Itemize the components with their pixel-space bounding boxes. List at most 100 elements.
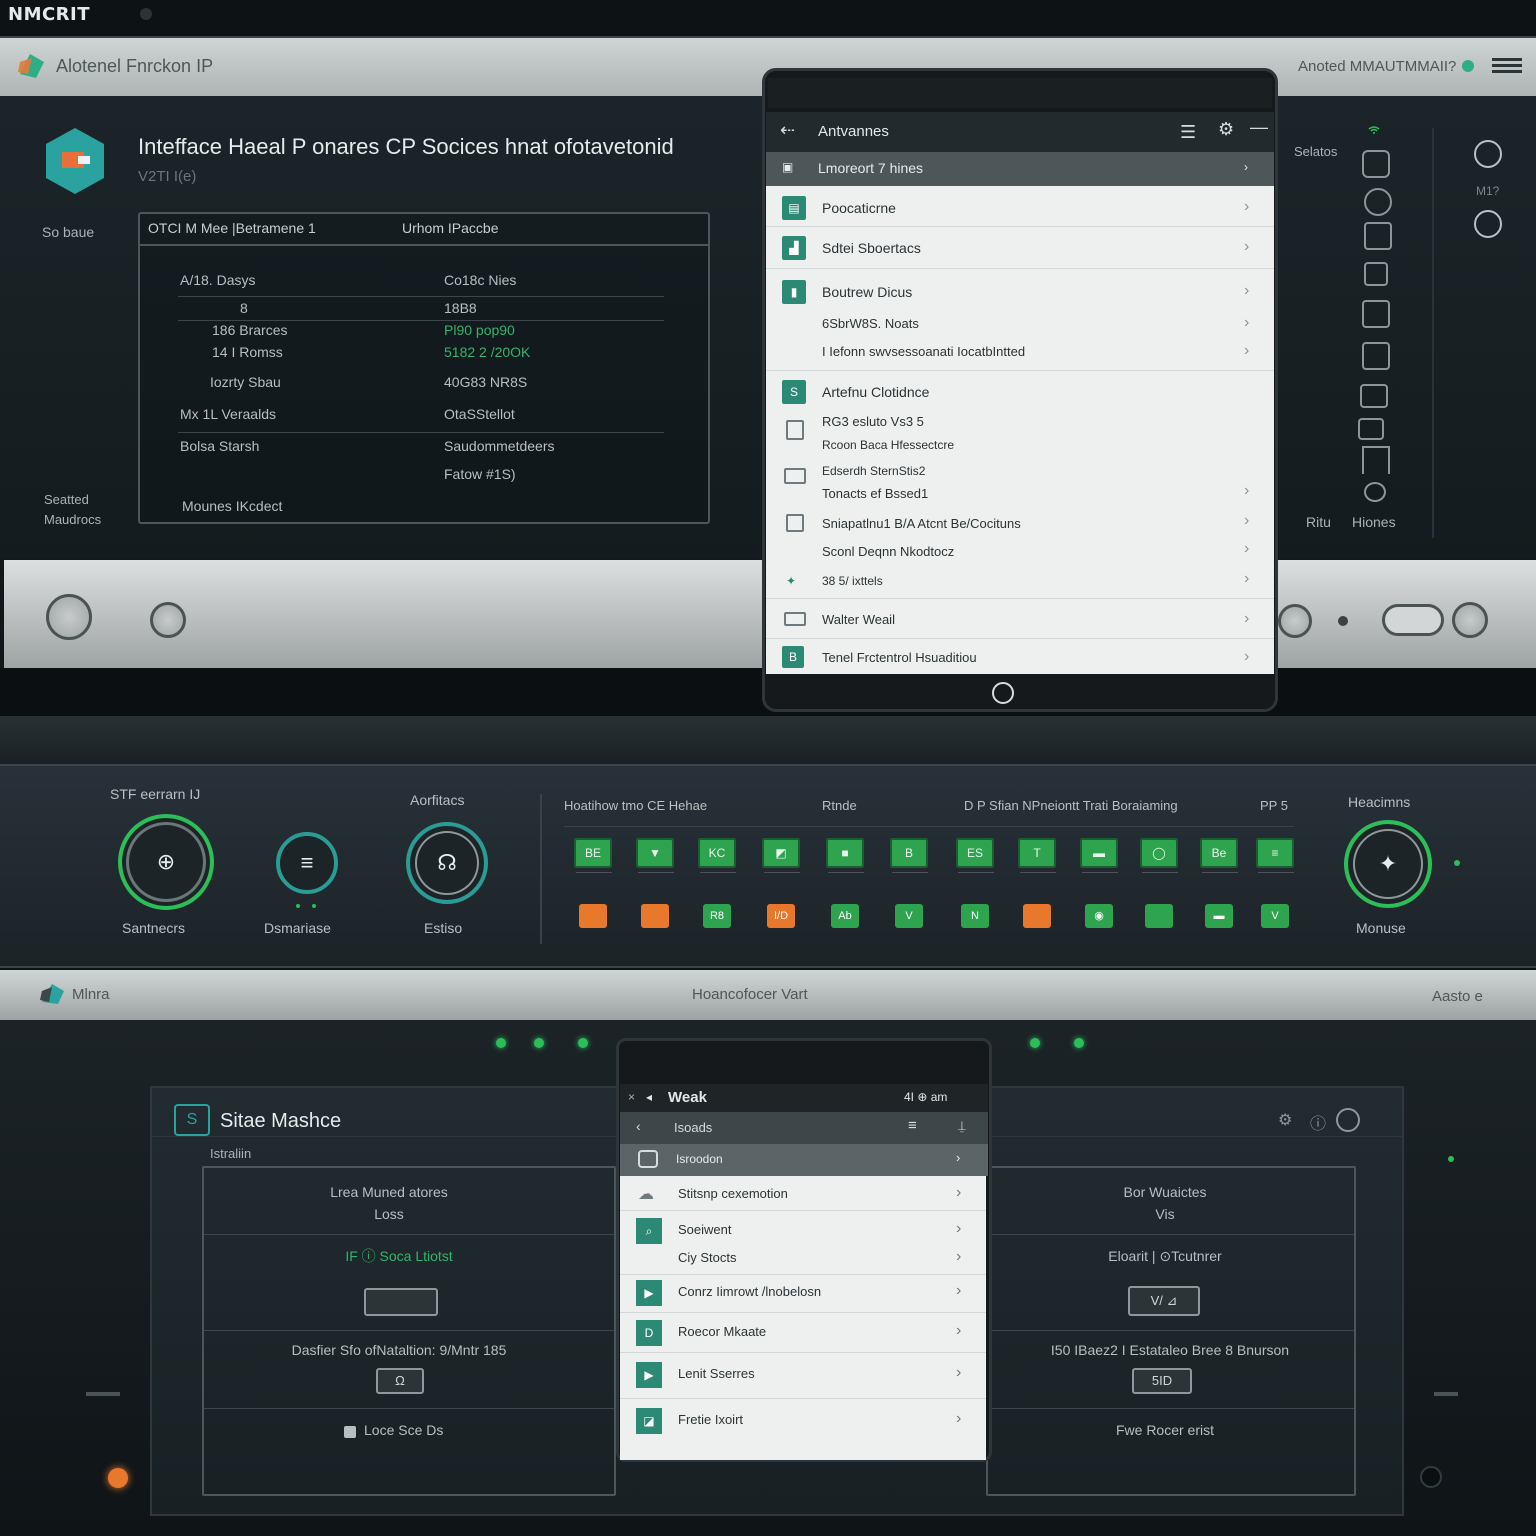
monitor-icon[interactable] xyxy=(1362,300,1390,328)
rack-alert-button[interactable] xyxy=(1023,904,1051,928)
video-button[interactable]: V/ ⊿ xyxy=(1128,1286,1200,1316)
rack-small-button[interactable]: Ab xyxy=(831,904,859,928)
list-menu-icon[interactable]: ☰ xyxy=(1180,122,1196,143)
divider xyxy=(620,1352,986,1353)
row-divider xyxy=(178,320,664,321)
list-dial-icon[interactable]: ≡ xyxy=(276,832,338,894)
right-panel-status: Eloarit | ⊙Tcutnrer xyxy=(1108,1248,1222,1264)
rack-button[interactable]: KC xyxy=(698,838,736,868)
rack-small-button[interactable]: V xyxy=(895,904,923,928)
chevron-right-icon: › xyxy=(956,1410,962,1427)
app-logo-icon xyxy=(40,984,64,1004)
screen-subtitle: V2TI I(e) xyxy=(138,168,197,185)
account-label[interactable]: Anoted MMAUTMMAII? xyxy=(1298,58,1456,75)
back-arrow-icon[interactable]: ‹ xyxy=(636,1118,641,1134)
rack-button[interactable]: ▬ xyxy=(1080,838,1118,868)
table-cell: 40G83 NR8S xyxy=(444,374,528,390)
power-icon[interactable] xyxy=(1474,140,1502,168)
camera-icon[interactable] xyxy=(1364,188,1392,216)
tablet-icon[interactable] xyxy=(1362,342,1390,370)
volume-knob-icon[interactable] xyxy=(1452,602,1488,638)
timer-knob-icon[interactable] xyxy=(150,602,186,638)
rack-button[interactable]: ■ xyxy=(826,838,864,868)
list-menu-icon[interactable]: ≡ xyxy=(908,1117,917,1134)
phone-search-bar[interactable]: ‹ Isoads ≡ ⍊ xyxy=(620,1112,988,1144)
table-cell: 18B8 xyxy=(444,300,477,316)
rack-button[interactable]: Be xyxy=(1200,838,1238,868)
rack-small-button[interactable]: R8 xyxy=(703,904,731,928)
chevron-right-icon: › xyxy=(956,1282,962,1299)
rack-button[interactable]: T xyxy=(1018,838,1056,868)
rack-button[interactable]: BE xyxy=(574,838,612,868)
divider xyxy=(204,1234,614,1235)
status-led-icon xyxy=(1448,1156,1454,1162)
minimize-icon[interactable]: — xyxy=(1250,117,1268,138)
tablet-list: ▤ Poocaticrne › ▟ Sdtei Sboertacs › ▮ Bo… xyxy=(766,186,1274,674)
rack-alert-button[interactable] xyxy=(641,904,669,928)
table-cell: 8 xyxy=(240,300,248,316)
rack-small-button[interactable]: ◉ xyxy=(1085,904,1113,928)
home-icon[interactable] xyxy=(1362,446,1390,474)
mic-icon[interactable]: ⍊ xyxy=(958,1118,966,1134)
rack-button[interactable]: ◩ xyxy=(762,838,800,868)
rack-small-button[interactable]: V xyxy=(1261,904,1289,928)
rack-small-button[interactable] xyxy=(1145,904,1173,928)
info-icon[interactable]: ⓘ xyxy=(1310,1110,1326,1134)
rack-alert-button[interactable] xyxy=(579,904,607,928)
window-title: Alotenel Fnrckon IP xyxy=(56,56,214,76)
tablet-home-button[interactable] xyxy=(992,682,1014,704)
export-icon[interactable] xyxy=(1358,418,1384,440)
table-cell: Mx 1L Veraalds xyxy=(180,406,276,422)
toggle-switch[interactable] xyxy=(1382,604,1444,636)
close-icon[interactable]: × xyxy=(628,1090,635,1104)
mode-knob-icon[interactable] xyxy=(1278,604,1312,638)
small-button[interactable]: Ω xyxy=(376,1368,424,1394)
phone-selected-row[interactable]: Isroodon › xyxy=(620,1144,988,1176)
table-cell: Fatow #1S) xyxy=(444,466,516,482)
file-icon[interactable] xyxy=(1364,262,1388,286)
grid-title-mid: Rtnde xyxy=(822,798,857,813)
chevron-right-icon: › xyxy=(1244,610,1250,627)
people-dial-icon[interactable]: ☊ xyxy=(406,822,488,904)
right-panel-sub: Vis xyxy=(1155,1206,1175,1222)
chevron-right-icon: › xyxy=(1244,238,1250,255)
phone-icon[interactable] xyxy=(1364,222,1392,250)
screen-title: Sitae Mashce xyxy=(220,1110,342,1132)
side-label-bottom: Seatted Maudrocs xyxy=(44,492,102,527)
screen-title: Intefface Haeal P onares CP Socices hnat… xyxy=(138,134,674,159)
back-arrow-icon[interactable]: ⇠ xyxy=(780,120,795,141)
refresh-icon[interactable] xyxy=(1362,150,1390,178)
right-dial-label: Monuse xyxy=(1356,920,1406,936)
settings-gear-icon[interactable]: ⚙ xyxy=(1218,119,1234,140)
gear-icon[interactable] xyxy=(1364,482,1386,502)
rack-button[interactable]: ≡ xyxy=(1256,838,1294,868)
dial-label: Santnecrs xyxy=(122,920,186,936)
rack-small-button[interactable]: ▬ xyxy=(1205,904,1233,928)
chart-icon[interactable] xyxy=(1360,384,1388,408)
tablet-selected-row[interactable]: ▣ Lmoreort 7 hines › xyxy=(766,152,1274,186)
plus-dial-icon[interactable]: ⊕ xyxy=(118,814,214,910)
chevron-right-icon: › xyxy=(956,1184,962,1201)
rack-alert-button[interactable]: I/D xyxy=(767,904,795,928)
table-cell: Mounes IKcdect xyxy=(182,498,283,514)
back-arrow-icon[interactable]: ◂ xyxy=(646,1090,652,1104)
hamburger-menu-icon[interactable] xyxy=(1492,58,1522,74)
rack-button[interactable]: B xyxy=(890,838,928,868)
wave-button[interactable] xyxy=(364,1288,438,1316)
rack-button[interactable]: ES xyxy=(956,838,994,868)
rack-button[interactable]: ◯ xyxy=(1140,838,1178,868)
rack-small-button[interactable]: N xyxy=(961,904,989,928)
star-dial-icon[interactable]: ✦ xyxy=(1344,820,1432,908)
divider xyxy=(766,226,1274,227)
circle-toggle-icon[interactable] xyxy=(1474,210,1502,238)
app-logo-icon xyxy=(18,54,44,78)
rack-button[interactable]: ▼ xyxy=(636,838,674,868)
small-button[interactable]: 5ID xyxy=(1132,1368,1192,1394)
power-knob-icon[interactable] xyxy=(46,594,92,640)
right-strip-divider xyxy=(1432,128,1434,538)
tablet-app-title: Antvannes xyxy=(818,123,889,140)
side-knob-icon[interactable] xyxy=(1420,1466,1442,1488)
settings-icon[interactable]: ⚙ xyxy=(1278,1110,1292,1130)
power-icon[interactable] xyxy=(1336,1108,1360,1132)
checkbox-icon[interactable] xyxy=(786,514,804,532)
